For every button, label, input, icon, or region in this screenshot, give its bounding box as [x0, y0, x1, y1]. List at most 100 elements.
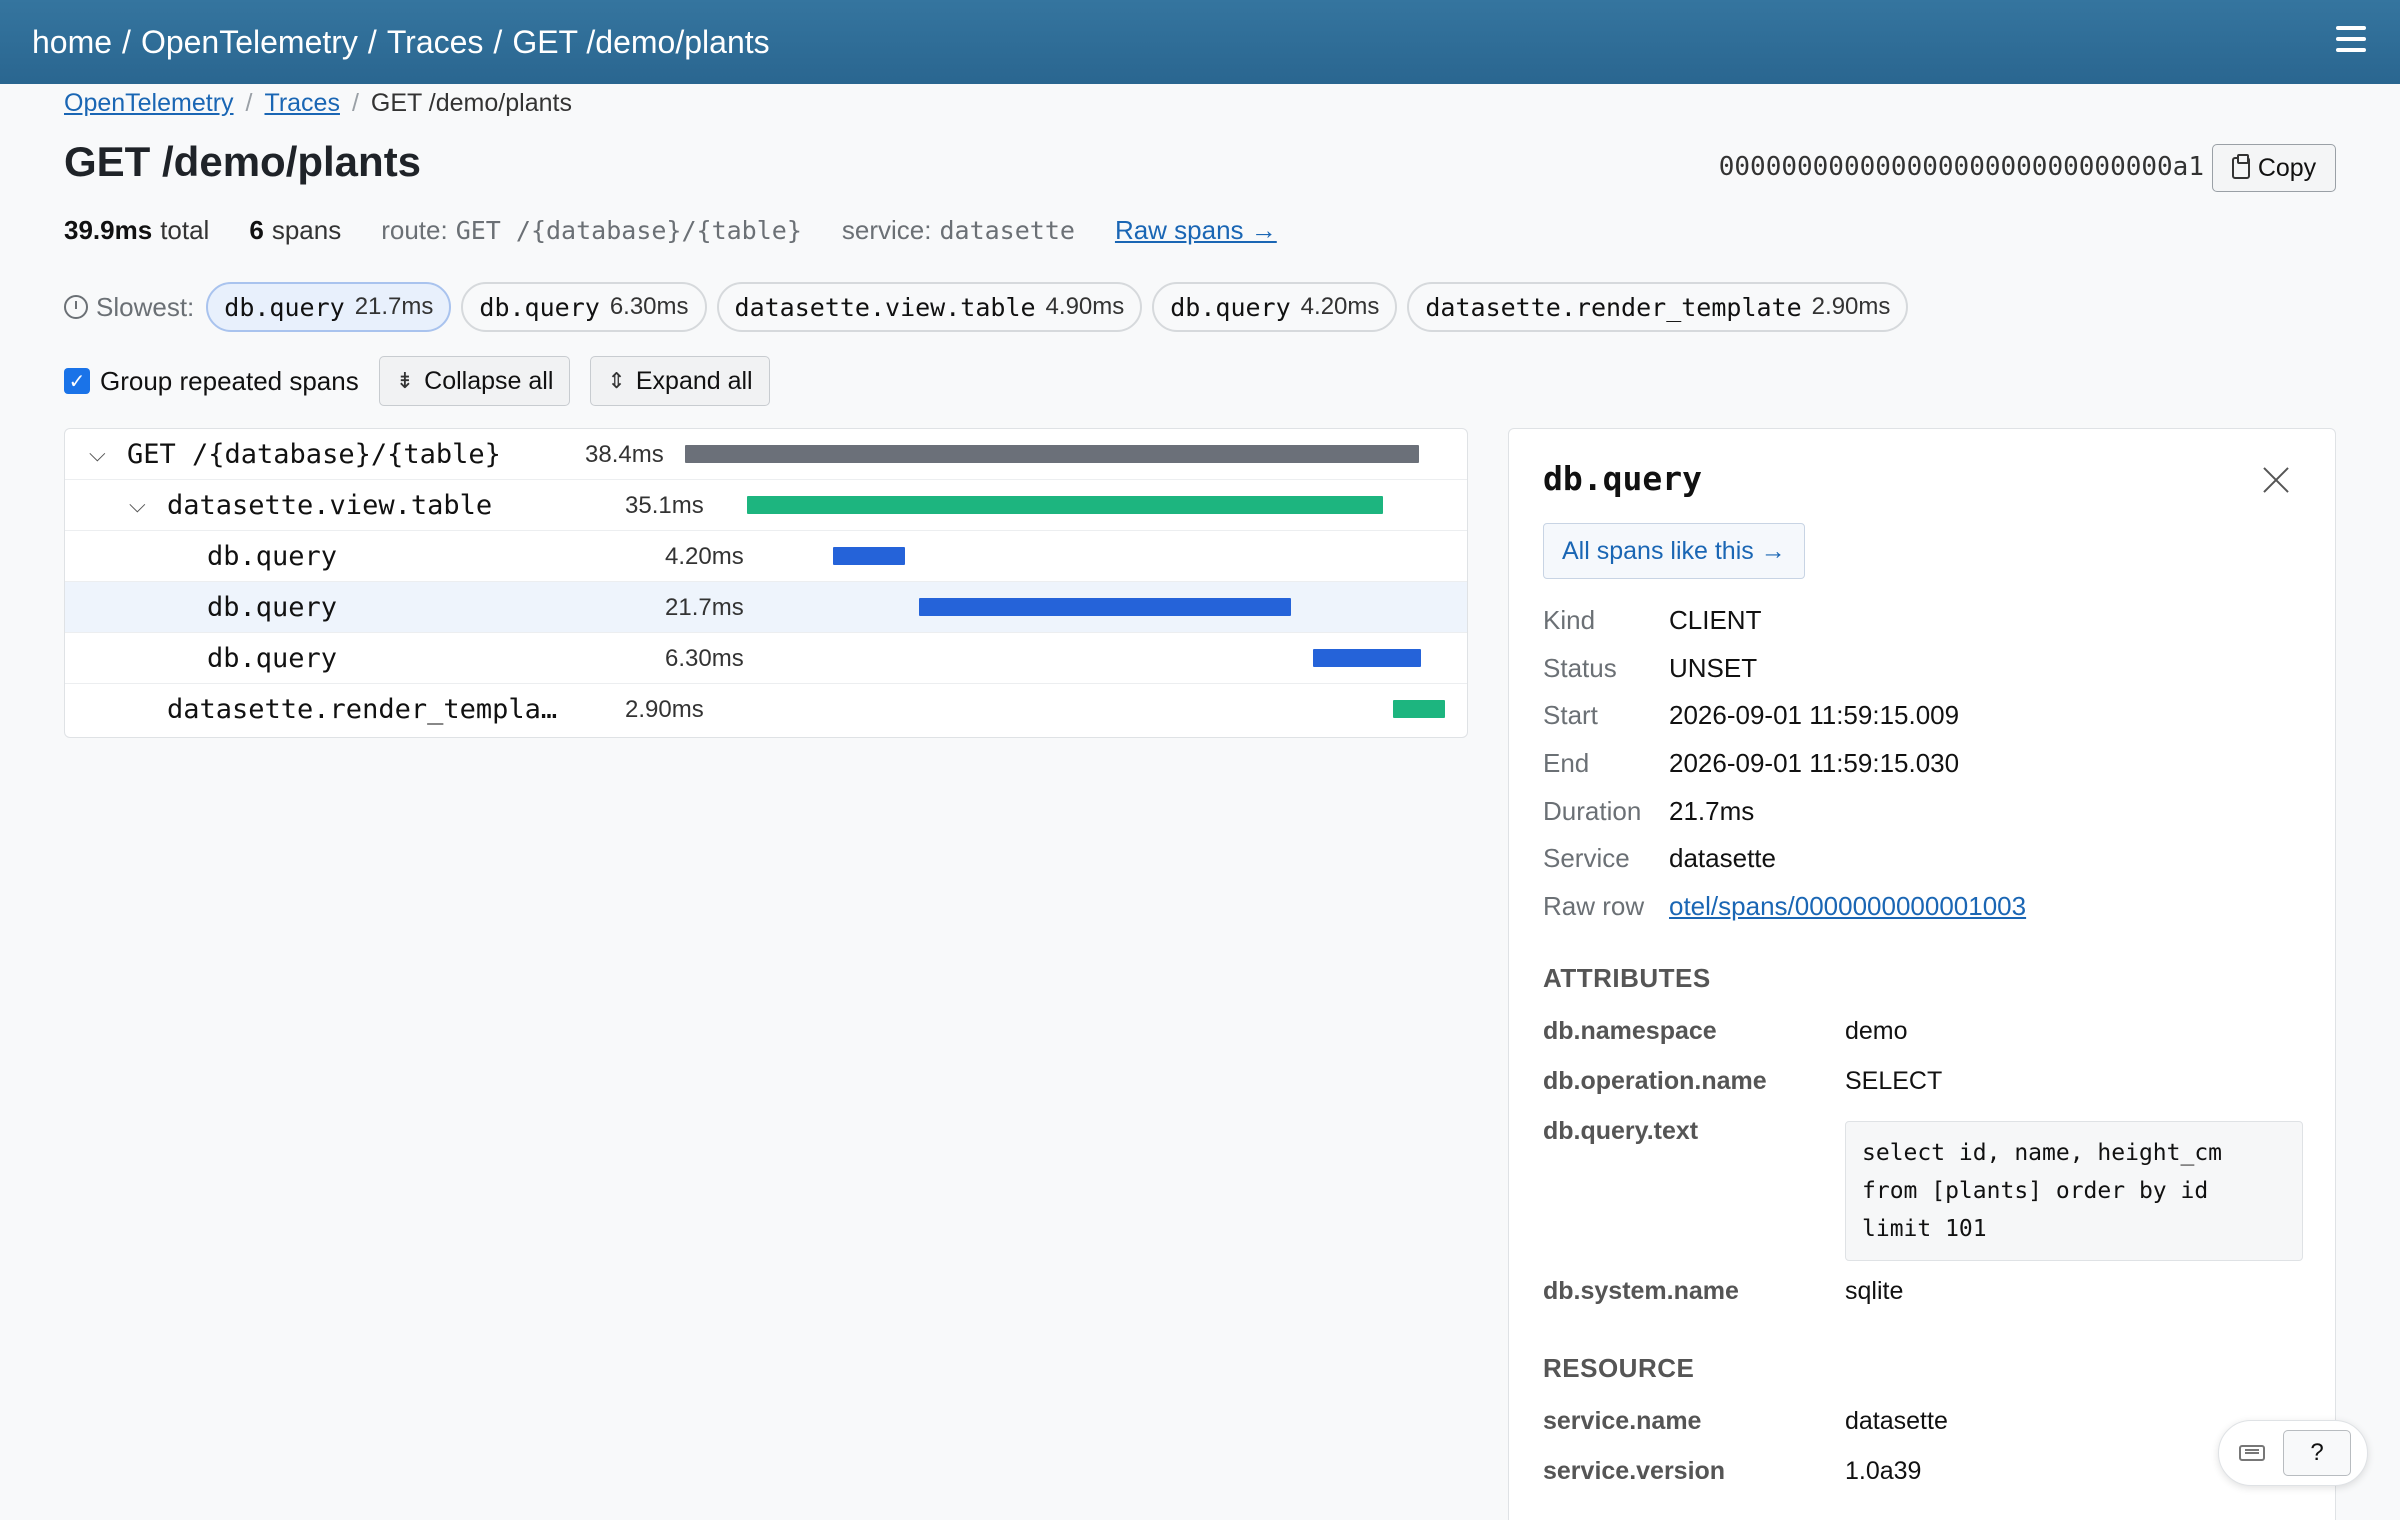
attribute-key: db.namespace — [1543, 1017, 1717, 1045]
close-icon[interactable] — [2261, 465, 2291, 495]
span-name: datasette.view.table — [167, 490, 493, 521]
span-name: db.query — [207, 643, 338, 674]
resource-value: 1.0a39 — [1845, 1457, 1922, 1485]
summary-spans-label: spans — [271, 214, 342, 245]
trace-summary: 39.9ms total 6 spans route: GET /{databa… — [64, 212, 1317, 248]
resource-value: datasette — [1845, 1407, 1948, 1435]
span-duration: 38.4ms — [585, 441, 664, 468]
field-value: 21.7ms — [1669, 796, 1755, 826]
summary-spans-value: 6 — [249, 214, 264, 245]
field-key: Start — [1543, 700, 1598, 730]
help-button[interactable]: ? — [2283, 1430, 2351, 1476]
span-name: datasette.render_templa… — [167, 694, 558, 725]
copy-button[interactable]: Copy — [2212, 144, 2336, 192]
field-key: Kind — [1543, 605, 1596, 635]
summary-spans: 6 spans — [249, 215, 341, 246]
span-row[interactable]: ⌵ datasette.view.table 35.1ms — [65, 480, 1467, 531]
slowest-pill[interactable]: db.query 4.20ms — [1152, 282, 1398, 332]
raw-spans-link[interactable]: Raw spans → — [1115, 215, 1277, 246]
help-button-label: ? — [2310, 1439, 2324, 1466]
breadcrumb-current: GET /demo/plants — [370, 88, 572, 117]
span-duration: 35.1ms — [625, 492, 704, 519]
summary-total-value: 39.9ms — [64, 214, 153, 245]
span-row[interactable]: datasette.render_templa… 2.90ms — [65, 684, 1467, 735]
span-row[interactable]: db.query 4.20ms — [65, 531, 1467, 582]
attribute-value: sqlite — [1845, 1277, 1904, 1305]
slowest-pill-duration: 4.20ms — [1300, 293, 1380, 320]
crumb-separator: / — [493, 23, 503, 60]
slowest-pill[interactable]: db.query 6.30ms — [461, 282, 707, 332]
clipboard-icon — [2231, 154, 2250, 179]
breadcrumb-traces-link[interactable]: Traces — [264, 89, 339, 118]
breadcrumb-opentelemetry-link[interactable]: OpenTelemetry — [64, 89, 234, 118]
slowest-pill[interactable]: db.query 21.7ms — [206, 282, 452, 332]
attribute-value: demo — [1845, 1017, 1908, 1045]
slowest-pill-name: datasette.view.table — [734, 292, 1036, 322]
keyboard-help-widget: ? — [2218, 1420, 2368, 1486]
attribute-key: db.operation.name — [1543, 1067, 1767, 1095]
detail-field-end: End 2026-09-01 11:59:15.030 — [1543, 748, 1959, 779]
detail-field-kind: Kind CLIENT — [1543, 605, 1761, 636]
detail-field-status: Status UNSET — [1543, 653, 1757, 684]
attribute-row: db.operation.name SELECT — [1543, 1067, 1942, 1096]
span-duration: 6.30ms — [665, 645, 744, 672]
summary-service-label: service: — [841, 214, 932, 245]
span-row[interactable]: db.query 6.30ms — [65, 633, 1467, 684]
field-value: UNSET — [1669, 653, 1758, 683]
chevron-down-icon[interactable]: ⌵ — [89, 441, 106, 467]
header-breadcrumb: home / OpenTelemetry / Traces / GET /dem… — [32, 24, 770, 61]
trace-id: 00000000000000000000000000000a1 — [1718, 152, 2204, 182]
span-bar — [833, 547, 905, 565]
span-row[interactable]: ⌵ GET /{database}/{table} 38.4ms — [65, 429, 1467, 480]
all-spans-like-this-label: All spans like this → — [1562, 536, 1786, 565]
raw-row-link[interactable]: otel/spans/0000000000001003 — [1669, 891, 2026, 921]
detail-field-raw-row: Raw row otel/spans/0000000000001003 — [1543, 891, 2026, 922]
stopwatch-icon — [64, 295, 88, 319]
slowest-pill-duration: 2.90ms — [1811, 293, 1891, 320]
attributes-heading: ATTRIBUTES — [1543, 963, 1711, 993]
all-spans-like-this-button[interactable]: All spans like this → — [1543, 523, 1805, 579]
header-crumb-home[interactable]: home — [32, 24, 112, 61]
field-key: Duration — [1543, 796, 1642, 826]
resource-row: service.name datasette — [1543, 1407, 1948, 1436]
hamburger-menu-icon[interactable] — [2336, 26, 2366, 52]
field-key: End — [1543, 748, 1590, 778]
slowest-pill[interactable]: datasette.view.table 4.90ms — [716, 282, 1143, 332]
crumb-separator: / — [367, 23, 377, 60]
attribute-value: SELECT — [1845, 1067, 1943, 1095]
slowest-pill-name: db.query — [479, 292, 600, 322]
expand-icon: ⇕ — [607, 368, 626, 393]
detail-title: db.query — [1543, 459, 1702, 498]
span-duration: 4.20ms — [665, 543, 744, 570]
span-bar — [919, 598, 1291, 616]
summary-total: 39.9ms total — [64, 215, 209, 246]
summary-raw-spans: Raw spans → — [1115, 215, 1277, 246]
slowest-spans: Slowest: db.query 21.7ms db.query 6.30ms… — [64, 282, 1909, 332]
group-repeated-toggle[interactable]: ✓ Group repeated spans — [64, 366, 359, 397]
attribute-row: db.namespace demo — [1543, 1017, 1908, 1046]
span-bar — [685, 445, 1419, 463]
header-crumb-opentelemetry[interactable]: OpenTelemetry — [141, 24, 358, 61]
expand-all-button[interactable]: ⇕ Expand all — [590, 356, 770, 406]
collapse-all-button[interactable]: ⇟ Collapse all — [378, 356, 571, 406]
collapse-icon: ⇟ — [395, 368, 415, 393]
slowest-pill-duration: 6.30ms — [609, 293, 689, 320]
header-crumb-traces[interactable]: Traces — [387, 24, 484, 61]
chevron-down-icon[interactable]: ⌵ — [129, 492, 146, 518]
top-header-bar: home / OpenTelemetry / Traces / GET /dem… — [0, 0, 2400, 84]
resource-key: service.version — [1543, 1457, 1726, 1485]
slowest-label-text: Slowest: — [96, 291, 195, 322]
keyboard-icon[interactable] — [2239, 1445, 2265, 1461]
field-key: Status — [1543, 653, 1617, 683]
slowest-pill[interactable]: datasette.render_template 2.90ms — [1407, 282, 1909, 332]
group-repeated-checkbox[interactable]: ✓ — [64, 368, 90, 394]
span-name: GET /{database}/{table} — [127, 439, 501, 470]
field-value: datasette — [1669, 843, 1776, 873]
summary-route: route: GET /{database}/{table} — [381, 215, 802, 246]
field-value: 2026-09-01 11:59:15.030 — [1669, 748, 1960, 778]
span-duration: 21.7ms — [665, 594, 744, 621]
attribute-row: db.query.text — [1543, 1117, 1845, 1146]
breadcrumb-separator: / — [351, 88, 359, 117]
resource-key: service.name — [1543, 1407, 1702, 1435]
span-row-selected[interactable]: db.query 21.7ms — [65, 582, 1467, 633]
